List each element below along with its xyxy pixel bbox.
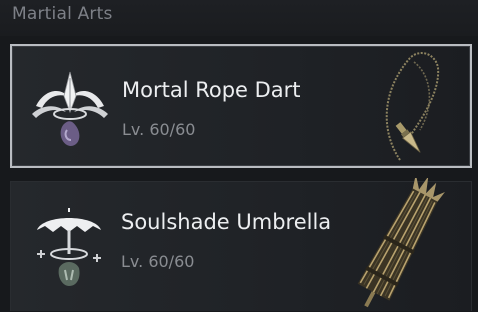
section-header: Martial Arts [0,0,478,36]
section-title: Martial Arts [12,4,113,24]
martial-art-card-umbrella[interactable]: Soulshade Umbrella Lv. 60/60 [10,178,472,311]
umbrella-skill-icon [37,208,101,286]
umbrella-weapon-art [357,178,445,308]
rope-dart-skill-icon [32,71,108,146]
martial-art-card-rope-dart[interactable]: Mortal Rope Dart Lv. 60/60 [10,44,472,168]
item-level: Lv. 60/60 [122,120,196,139]
rope-dart-weapon-art [385,52,440,161]
item-level: Lv. 60/60 [121,252,195,271]
item-name: Soulshade Umbrella [121,210,332,234]
item-name: Mortal Rope Dart [122,78,301,102]
